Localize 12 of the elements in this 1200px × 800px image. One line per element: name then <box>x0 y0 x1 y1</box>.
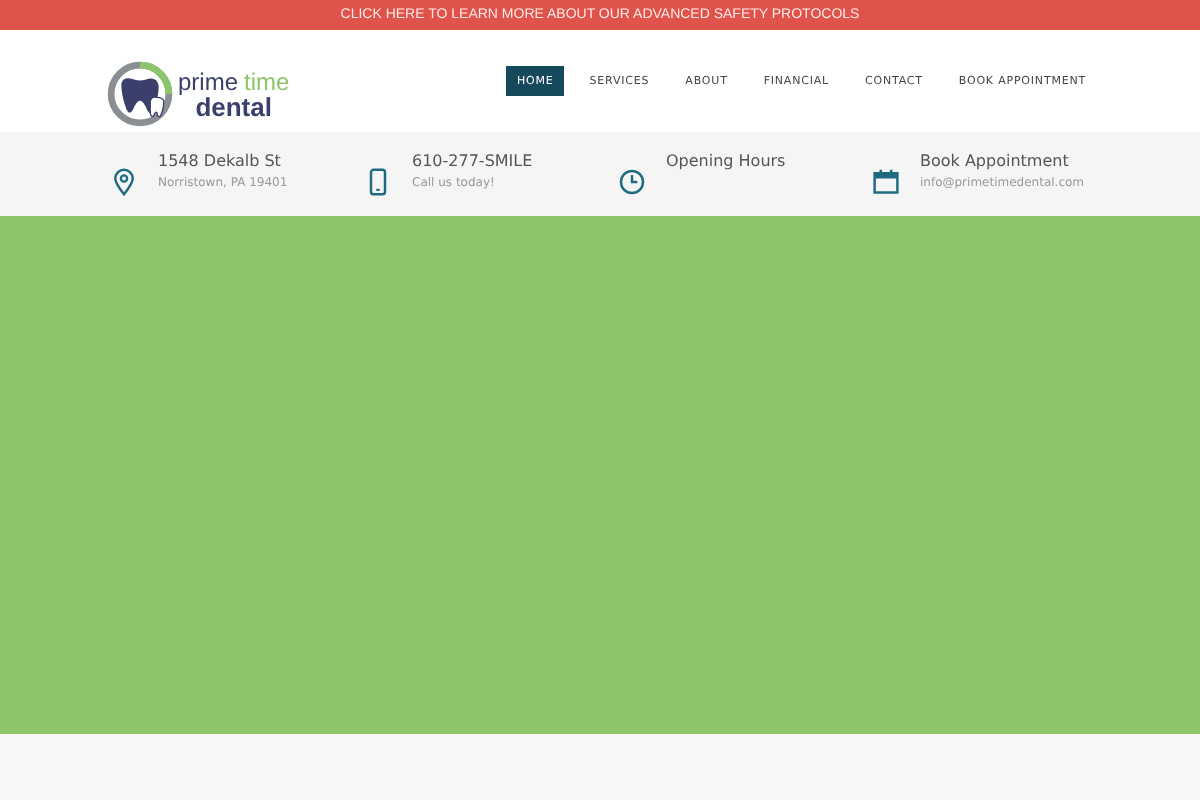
calendar-icon <box>872 168 900 196</box>
tooth-logo-icon <box>106 60 174 128</box>
info-title: 1548 Dekalb St <box>158 152 283 170</box>
pin-icon <box>110 168 138 196</box>
info-title: Book Appointment <box>920 152 1071 170</box>
phone-icon <box>364 168 392 196</box>
logo-text: prime <box>178 69 239 93</box>
logo-text: dental <box>195 93 272 119</box>
info-title: Opening Hours <box>666 152 786 170</box>
info-title: 610-277-SMILE <box>412 152 533 170</box>
clock-icon <box>618 168 646 196</box>
logo-text: time <box>244 69 290 93</box>
